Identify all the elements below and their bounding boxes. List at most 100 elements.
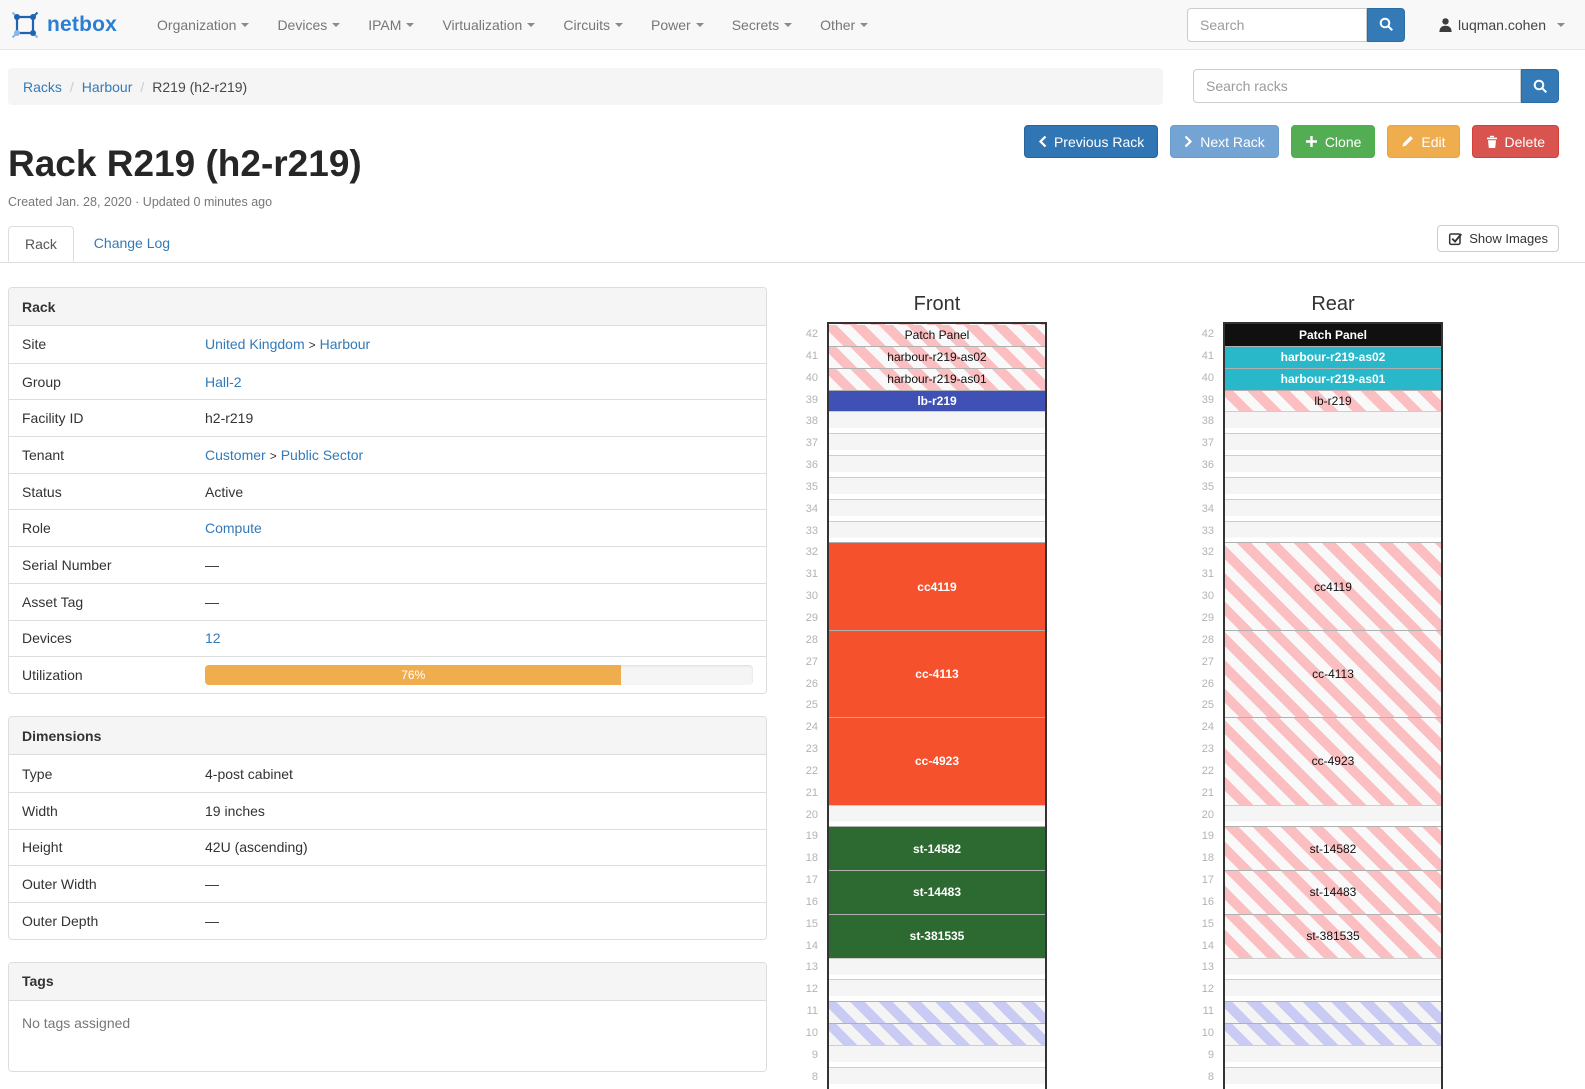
rear-rack: Patch Panel harbour-r219-as02harbour-r219… [1223,322,1443,1089]
unit-number: 26 [795,674,827,696]
nav-item-label: Circuits [563,17,610,33]
nav-item-other[interactable]: Other [806,17,882,33]
nav-item-devices[interactable]: Devices [263,17,354,33]
nav-item-ipam[interactable]: IPAM [354,17,428,33]
rack-unit-reserved [829,1023,1045,1045]
user-menu[interactable]: luqman.cohen [1439,17,1565,33]
rack-device-st-14483[interactable]: st-14483 [829,870,1045,914]
rack-device-cc-4923[interactable]: cc-4923 [1225,717,1441,804]
rack-device-patch-panel[interactable]: Patch Panel [829,324,1045,346]
rack-device-cc4119[interactable]: cc4119 [829,542,1045,629]
value-link[interactable]: Compute [205,520,262,536]
rack-unit-empty [1225,433,1441,455]
rack-unit-reserved [829,1001,1045,1023]
clone-button[interactable]: Clone [1291,125,1376,158]
utilization-progress-bar: 76% [205,665,621,685]
rack-device-patch-panel[interactable]: Patch Panel [1225,324,1441,346]
search-icon [1533,79,1548,94]
rack-device-harbour-r219-as02[interactable]: harbour-r219-as02 [829,346,1045,368]
previous-rack-button[interactable]: Previous Rack [1024,125,1158,158]
attr-value: — [205,868,766,900]
unit-number: 31 [795,564,827,586]
tab-change-log[interactable]: Change Log [78,226,186,260]
chevron-left-icon [1038,135,1047,148]
trash-icon [1486,135,1498,148]
rack-device-st-14582[interactable]: st-14582 [829,826,1045,870]
rack-device-st-14483[interactable]: st-14483 [1225,870,1441,914]
unit-number: 24 [795,717,827,739]
value-link[interactable]: United Kingdom [205,336,305,352]
unit-number: 15 [1191,914,1223,936]
unit-number: 28 [1191,630,1223,652]
front-unit-numbers: 4241403938373635343332313029282726252423… [795,322,827,1089]
rack-search-input[interactable] [1193,69,1521,103]
unit-number: 8 [795,1067,827,1089]
nav-item-label: Power [651,17,691,33]
rack-device-cc4119[interactable]: cc4119 [1225,542,1441,629]
unit-number: 17 [1191,870,1223,892]
tab-rack[interactable]: Rack [8,226,74,262]
show-images-button[interactable]: Show Images [1437,225,1559,252]
rack-device-lb-r219[interactable]: lb-r219 [829,390,1045,412]
global-search-button[interactable] [1367,8,1405,42]
unit-number: 30 [1191,586,1223,608]
next-rack-button[interactable]: Next Rack [1170,125,1279,158]
rack-unit-empty [1225,1067,1441,1089]
value-separator: > [266,449,281,463]
tags-empty-text: No tags assigned [9,1001,766,1071]
rack-unit-empty [829,477,1045,499]
unit-number: 22 [795,761,827,783]
attr-value: 4-post cabinet [205,758,766,790]
value-link[interactable]: Public Sector [281,447,363,463]
rack-unit-empty [829,1045,1045,1067]
unit-number: 25 [795,695,827,717]
device-label: st-14582 [913,842,961,856]
created-updated-meta: Created Jan. 28, 2020 · Updated 0 minute… [8,195,1585,209]
rear-elevation: Rear 42414039383736353433323130292827262… [1191,293,1451,1089]
rack-device-cc-4113[interactable]: cc-4113 [829,630,1045,717]
rack-device-harbour-r219-as02[interactable]: harbour-r219-as02 [1225,346,1441,368]
global-search-input[interactable] [1187,8,1367,42]
device-label: lb-r219 [917,394,956,408]
attr-label: Width [9,795,205,827]
rack-device-st-381535[interactable]: st-381535 [829,914,1045,958]
unit-number: 15 [795,914,827,936]
nav-item-virtualization[interactable]: Virtualization [428,17,549,33]
rack-unit-empty [1225,805,1441,827]
rack-search-button[interactable] [1521,69,1559,103]
unit-number: 33 [1191,521,1223,543]
edit-button[interactable]: Edit [1387,125,1459,158]
attr-value: — [205,905,766,937]
unit-number: 40 [1191,368,1223,390]
nav-item-secrets[interactable]: Secrets [718,17,806,33]
value-link[interactable]: Harbour [320,336,371,352]
delete-button[interactable]: Delete [1472,125,1559,158]
rack-unit-empty [829,499,1045,521]
pencil-icon [1401,135,1414,148]
rack-device-harbour-r219-as01[interactable]: harbour-r219-as01 [829,368,1045,390]
rack-device-st-14582[interactable]: st-14582 [1225,826,1441,870]
breadcrumb-item[interactable]: Racks [23,79,62,95]
value-link[interactable]: Customer [205,447,266,463]
rack-device-st-381535[interactable]: st-381535 [1225,914,1441,958]
rack-device-cc-4113[interactable]: cc-4113 [1225,630,1441,717]
nav-item-circuits[interactable]: Circuits [549,17,637,33]
attr-row-height: Height42U (ascending) [9,829,766,866]
rack-device-cc-4923[interactable]: cc-4923 [829,717,1045,804]
breadcrumb-item[interactable]: Harbour [82,79,133,95]
value-link[interactable]: Hall-2 [205,374,242,390]
netbox-logo[interactable]: netbox [10,10,117,40]
device-label: lb-r219 [1314,394,1351,408]
rack-device-harbour-r219-as01[interactable]: harbour-r219-as01 [1225,368,1441,390]
rack-device-lb-r219[interactable]: lb-r219 [1225,390,1441,412]
unit-number: 42 [795,324,827,346]
device-label: Patch Panel [1299,328,1367,342]
unit-number: 13 [1191,957,1223,979]
value-link[interactable]: 12 [205,630,221,646]
nav-item-organization[interactable]: Organization [143,17,263,33]
attr-row-outer-width: Outer Width— [9,865,766,902]
device-label: cc-4923 [915,754,959,768]
device-label: harbour-r219-as01 [887,372,986,386]
nav-item-power[interactable]: Power [637,17,718,33]
attr-row-role: RoleCompute [9,509,766,546]
